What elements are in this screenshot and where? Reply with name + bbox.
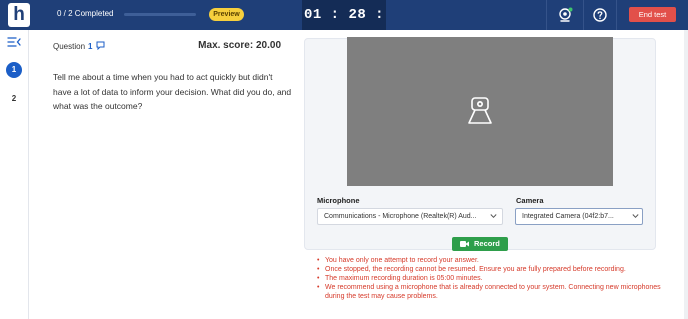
question-number: 1 (88, 42, 93, 51)
video-camera-icon (460, 241, 469, 247)
chevron-down-icon (632, 214, 639, 219)
comment-icon[interactable] (96, 41, 105, 50)
camera-label: Camera (516, 196, 544, 205)
question-label: Question (53, 42, 86, 51)
camera-select[interactable]: Integrated Camera (04f2:b7... (515, 208, 643, 225)
scrollbar[interactable] (684, 30, 688, 319)
progress-text: 0 / 2 Completed (57, 9, 114, 18)
recording-notes: You have only one attempt to record your… (317, 256, 667, 301)
help-icon[interactable] (591, 6, 609, 24)
list-item: We recommend using a microphone that is … (317, 283, 667, 301)
progress-bar (124, 13, 196, 16)
end-test-button[interactable]: End test (629, 7, 676, 22)
collapse-icon[interactable] (7, 36, 21, 48)
proctor-camera-icon[interactable] (556, 6, 574, 24)
chevron-down-icon (490, 214, 497, 219)
record-button-label: Record (474, 239, 500, 248)
max-score: Max. score: 20.00 (198, 40, 281, 51)
microphone-label: Microphone (317, 196, 360, 205)
list-item: Once stopped, the recording cannot be re… (317, 265, 667, 274)
preview-badge: Preview (209, 8, 244, 21)
countdown-timer: 01 : 28 : 18 (302, 0, 386, 53)
list-item: The maximum recording duration is 05:00 … (317, 274, 667, 283)
divider (583, 0, 584, 30)
brand-logo: h (8, 3, 30, 27)
webcam-icon (468, 97, 492, 124)
question-text: Tell me about a time when you had to act… (53, 72, 292, 111)
record-button[interactable]: Record (452, 237, 508, 251)
top-bar: h 0 / 2 Completed Preview 01 : 28 : 18 E… (0, 0, 688, 53)
divider (616, 0, 617, 30)
sidebar-question-2[interactable]: 2 (6, 91, 22, 107)
sidebar-question-1[interactable]: 1 (6, 62, 22, 78)
microphone-select[interactable]: Communications - Microphone (Realtek(R) … (317, 208, 503, 225)
divider (546, 0, 547, 30)
list-item: You have only one attempt to record your… (317, 256, 667, 265)
